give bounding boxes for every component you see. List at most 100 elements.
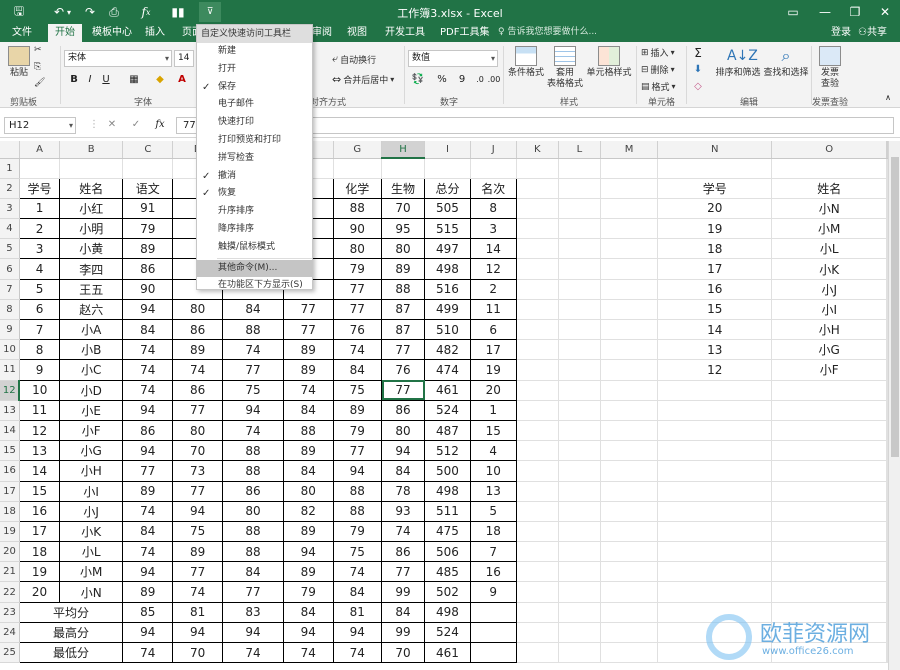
cell[interactable] [516,178,559,199]
vertical-scrollbar[interactable] [888,141,900,670]
cell[interactable]: 88 [221,460,285,482]
cell[interactable]: 74 [221,641,285,664]
cell[interactable]: 11 [469,298,517,321]
cell[interactable] [771,440,887,462]
underline-button[interactable]: U [98,72,114,88]
cell[interactable]: 77 [332,440,383,462]
cell[interactable]: 84 [221,561,285,583]
cell[interactable]: 76 [332,318,383,341]
column-header[interactable]: N [657,141,773,159]
cell[interactable]: 77 [172,399,223,421]
fill-icon[interactable]: ⬇ [690,62,706,78]
cell[interactable]: 485 [424,561,471,583]
cell[interactable] [771,158,887,179]
cell[interactable] [600,420,658,442]
save-icon[interactable]: 🖫 [8,2,30,22]
cell[interactable]: 91 [122,197,174,220]
cell[interactable]: 总分 [424,177,471,199]
cell[interactable]: 88 [380,278,426,300]
cell[interactable]: 小K [59,520,124,543]
cell[interactable]: 5 [18,278,61,300]
row-header[interactable]: 20 [0,541,20,563]
cell[interactable]: 89 [283,561,334,583]
cell[interactable] [469,621,517,644]
cell[interactable]: 81 [332,601,383,623]
menu-item[interactable]: ✓其他命令(M)... [197,259,312,278]
cell[interactable] [59,158,124,179]
cell[interactable] [122,158,174,179]
cell[interactable]: 74 [122,541,174,563]
cell[interactable]: 83 [221,601,285,623]
cell[interactable]: 515 [424,218,471,240]
select-all-corner[interactable] [0,141,20,159]
cell[interactable] [516,622,559,644]
format-as-table-button[interactable]: 套用 表格格式 [545,46,585,90]
column-header[interactable]: C [122,141,174,159]
cell[interactable]: 王五 [59,278,124,300]
cell[interactable]: 84 [283,601,334,623]
cell[interactable] [558,359,602,381]
row-header[interactable]: 5 [0,238,20,260]
cell[interactable]: 15 [18,480,61,502]
cell[interactable]: 74 [283,641,334,664]
cell[interactable] [771,460,887,482]
cell[interactable]: 94 [283,621,334,644]
cell[interactable]: 89 [172,339,223,361]
cell[interactable] [558,279,602,300]
cell[interactable]: 511 [424,500,471,522]
cell[interactable]: 77 [221,359,285,381]
cell[interactable]: 6 [469,318,517,341]
cell[interactable] [558,380,602,401]
cell[interactable]: 94 [380,440,426,462]
cell[interactable] [469,601,517,623]
cell[interactable]: 小L [771,238,887,260]
cell[interactable]: 80 [221,500,285,522]
cell[interactable]: 502 [424,581,471,603]
cell[interactable] [558,420,602,442]
cell[interactable]: 89 [283,339,334,361]
cell[interactable] [516,258,559,280]
cell[interactable]: 10 [469,460,517,482]
menu-item[interactable]: ✓打印预览和打印 [197,132,312,150]
wrap-text-button[interactable]: ⤶ 自动换行 [332,52,376,66]
cell[interactable]: 小I [771,299,887,321]
cell[interactable]: 75 [172,520,223,543]
cell[interactable]: 88 [221,318,285,341]
row-header[interactable]: 16 [0,460,20,482]
cell[interactable]: 70 [172,641,223,664]
worksheet-grid[interactable]: ABCDEFGHIJKLMNO 12学号姓名语文化学生物总分名次学号姓名31小红… [0,141,888,670]
cell[interactable]: 13 [469,480,517,502]
cell[interactable] [516,198,559,220]
invoice-check-button[interactable]: 发票 查验 [816,46,844,90]
cell[interactable]: 87 [380,298,426,321]
cell[interactable]: 94 [332,460,383,482]
tab-home[interactable]: 开始 [48,24,82,42]
cell[interactable] [516,642,559,664]
cell[interactable]: 小F [59,419,124,442]
cell[interactable]: 12 [18,419,61,442]
cell[interactable] [516,400,559,421]
row-header[interactable]: 9 [0,319,20,341]
cell[interactable]: 461 [424,379,471,401]
cell[interactable]: 99 [380,621,426,644]
cell[interactable] [516,359,559,381]
cell[interactable]: 18 [657,238,773,260]
column-header[interactable]: B [59,141,124,159]
cell[interactable]: 86 [380,541,426,563]
cell[interactable]: 94 [221,399,285,421]
menu-item[interactable]: ✓新建 [197,43,312,61]
column-header[interactable]: G [333,141,383,159]
currency-icon[interactable]: 💱 [410,72,426,88]
autosum-icon[interactable]: Σ [690,45,706,61]
cell[interactable]: 76 [380,359,426,381]
cell[interactable]: 18 [18,541,61,563]
menu-item[interactable]: ✓升序排序 [197,203,312,221]
cell[interactable]: 90 [122,278,174,300]
row-header[interactable]: 4 [0,218,20,240]
cell[interactable]: 499 [424,298,471,321]
cell[interactable] [333,158,383,179]
cell[interactable]: 500 [424,460,471,482]
cell[interactable]: 95 [380,218,426,240]
cell[interactable]: 497 [424,238,471,260]
cell[interactable]: 15 [469,419,517,442]
